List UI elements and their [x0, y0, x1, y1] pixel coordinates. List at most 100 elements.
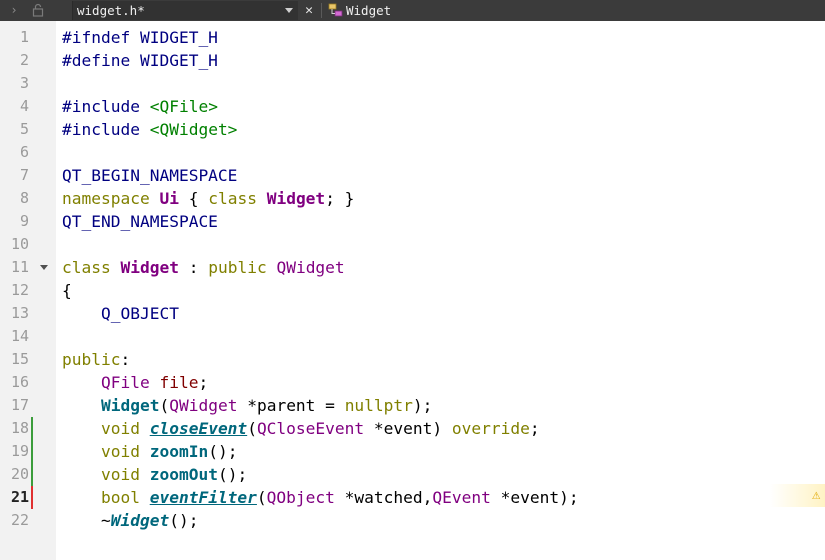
code-line[interactable]: 6	[0, 141, 825, 164]
code-line[interactable]: 10	[0, 233, 825, 256]
code-line[interactable]: 22 ~Widget();	[0, 509, 825, 532]
code-text: ~Widget();	[62, 509, 199, 532]
chevron-right-icon[interactable]: ›	[6, 1, 22, 19]
code-text: #include <QWidget>	[62, 118, 237, 141]
modified-line-marker	[31, 486, 33, 509]
code-token: void	[100, 442, 150, 461]
code-line[interactable]: 13 Q_OBJECT	[0, 302, 825, 325]
code-token: #include	[62, 97, 150, 116]
line-number: 13	[10, 304, 29, 322]
code-line[interactable]: 17 Widget(QWidget *parent = nullptr);	[0, 394, 825, 417]
line-number: 5	[19, 120, 29, 138]
code-token: Ui	[159, 189, 179, 208]
class-symbol-icon	[328, 3, 344, 18]
code-token: QWidget	[169, 396, 238, 415]
code-token: QEvent	[432, 488, 491, 507]
code-token: class	[208, 189, 267, 208]
code-token: void	[100, 419, 150, 438]
code-line[interactable]: 12 {	[0, 279, 825, 302]
line-number: 9	[19, 212, 29, 230]
code-line[interactable]: 19 void zoomIn();	[0, 440, 825, 463]
code-text: Widget(QWidget *parent = nullptr);	[62, 394, 432, 417]
warning-icon[interactable]: ⚠	[812, 487, 820, 503]
chevron-down-icon[interactable]	[285, 8, 293, 13]
code-token: QFile	[100, 373, 150, 392]
line-number: 7	[19, 166, 29, 184]
code-line[interactable]: 3	[0, 72, 825, 95]
code-text: QT_END_NAMESPACE	[62, 210, 218, 233]
code-token: *watched,	[334, 488, 433, 507]
code-line[interactable]: 18 void closeEvent(QCloseEvent *event) o…	[0, 417, 825, 440]
code-text: void zoomIn();	[62, 440, 237, 463]
code-text: bool eventFilter(QObject *watched,QEvent…	[62, 486, 579, 509]
code-token: QCloseEvent	[256, 419, 365, 438]
code-token: Q_OBJECT	[100, 304, 179, 323]
code-text: Q_OBJECT	[62, 302, 179, 325]
code-line[interactable]: 14	[0, 325, 825, 348]
code-token: *	[237, 396, 257, 415]
code-token: ;	[529, 419, 540, 438]
lock-icon[interactable]	[30, 1, 46, 19]
code-token: Widget	[110, 511, 170, 530]
line-number: 4	[19, 97, 29, 115]
line-number: 21	[10, 488, 29, 506]
code-text: QT_BEGIN_NAMESPACE	[62, 164, 237, 187]
code-token: *event);	[490, 488, 579, 507]
code-token: );	[412, 396, 433, 415]
code-line[interactable]: 4 #include <QFile>	[0, 95, 825, 118]
code-token: #ifndef WIDGET_H	[62, 28, 218, 47]
code-line[interactable]: 11 class Widget : public QWidget	[0, 256, 825, 279]
code-token: namespace	[62, 189, 160, 208]
line-number: 1	[19, 28, 29, 46]
code-token: ;	[198, 373, 209, 392]
code-line[interactable]: 21 bool eventFilter(QObject *watched,QEv…	[0, 486, 825, 509]
code-text: #define WIDGET_H	[62, 49, 218, 72]
code-token: public	[208, 258, 277, 277]
code-token: :	[120, 350, 131, 369]
code-token: :	[178, 258, 209, 277]
code-token: Widget	[120, 258, 179, 277]
editor-toolbar: › widget.h* ✕ Widget	[0, 0, 825, 21]
code-line[interactable]: 15 public:	[0, 348, 825, 371]
code-token: <QWidget>	[149, 120, 238, 139]
code-token: ; }	[325, 189, 355, 208]
code-token: {	[178, 189, 209, 208]
code-text: class Widget : public QWidget	[62, 256, 345, 279]
code-line[interactable]: 16 QFile file;	[0, 371, 825, 394]
code-token: =	[315, 396, 345, 415]
code-token: void	[100, 465, 150, 484]
current-symbol-combo[interactable]: Widget	[346, 0, 391, 21]
line-number: 10	[10, 235, 29, 253]
code-token: (	[247, 419, 257, 438]
code-line[interactable]: 9 QT_END_NAMESPACE	[0, 210, 825, 233]
toolbar-divider	[321, 3, 322, 18]
code-line[interactable]: 1 #ifndef WIDGET_H	[0, 26, 825, 49]
file-name-label: widget.h*	[77, 3, 145, 18]
code-line[interactable]: 5 #include <QWidget>	[0, 118, 825, 141]
code-token: override	[451, 419, 530, 438]
code-text: public:	[62, 348, 130, 371]
fold-arrow-icon[interactable]	[40, 265, 48, 270]
code-token: parent	[256, 396, 316, 415]
line-number: 17	[10, 396, 29, 414]
code-text: void closeEvent(QCloseEvent *event) over…	[62, 417, 540, 440]
code-line[interactable]: 8 namespace Ui { class Widget; }	[0, 187, 825, 210]
code-token: nullptr	[344, 396, 413, 415]
code-line[interactable]: 2 #define WIDGET_H	[0, 49, 825, 72]
code-token: bool	[100, 488, 150, 507]
open-documents-combo[interactable]: widget.h*	[72, 1, 298, 20]
code-line[interactable]: 7 QT_BEGIN_NAMESPACE	[0, 164, 825, 187]
close-document-button[interactable]: ✕	[300, 1, 318, 20]
line-number: 8	[19, 189, 29, 207]
code-token: ();	[217, 465, 248, 484]
added-line-marker	[31, 440, 33, 463]
code-token: public	[62, 350, 121, 369]
code-line[interactable]: 20 void zoomOut();	[0, 463, 825, 486]
code-token: Widget	[100, 396, 160, 415]
code-token: eventFilter	[149, 488, 257, 507]
code-token: zoomOut	[149, 465, 218, 484]
